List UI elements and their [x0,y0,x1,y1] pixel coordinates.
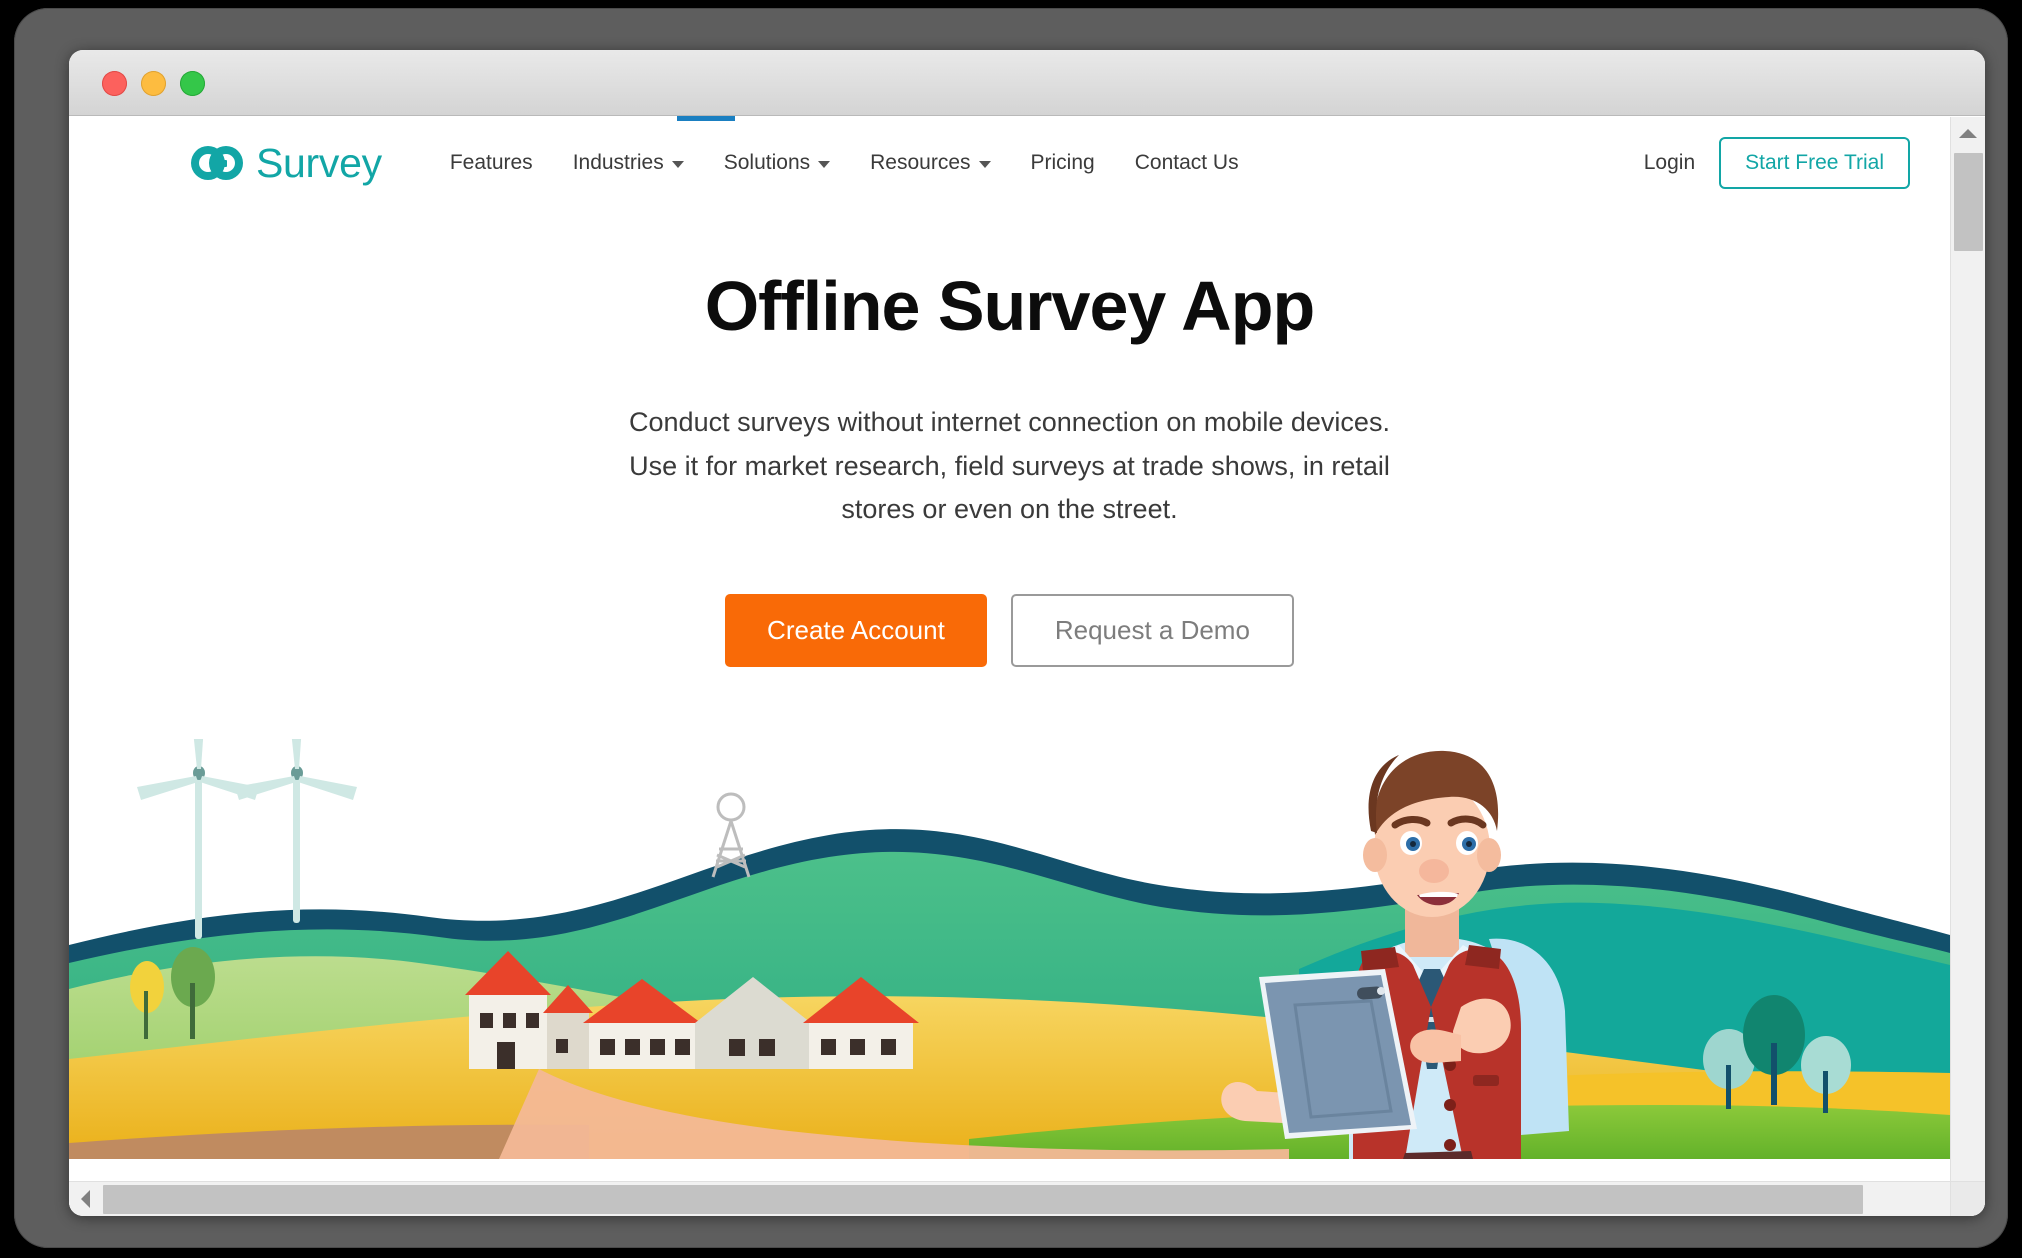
hero-cta-group: Create Account Request a Demo [69,594,1950,668]
browser-window-frame: Survey Features Industries Solutions Res… [14,8,2008,1248]
maximize-button[interactable] [180,71,205,96]
window-titlebar[interactable] [69,50,1985,116]
nav-item-features[interactable]: Features [430,151,553,175]
nav-item-industries[interactable]: Industries [553,151,704,175]
browser-viewport: Survey Features Industries Solutions Res… [69,117,1985,1216]
hero-illustration [69,739,1950,1159]
wind-turbine-right [235,739,357,923]
nav-item-resources[interactable]: Resources [850,151,1010,175]
go-logo-icon [191,146,243,180]
yellow-band [1309,1071,1950,1135]
nav-label-resources: Resources [870,151,971,174]
horizontal-scrollbar-thumb[interactable] [103,1185,1863,1214]
header-actions: Login Start Free Trial [1620,137,1910,189]
hero-subtitle: Conduct surveys without internet connect… [629,407,1390,525]
scroll-left-arrow-icon[interactable] [81,1190,90,1208]
request-demo-button[interactable]: Request a Demo [1010,594,1294,668]
nav-item-pricing[interactable]: Pricing [1011,151,1115,175]
chevron-down-icon [671,161,684,168]
page-loading-indicator [69,116,1985,121]
vertical-scrollbar[interactable] [1950,117,1985,1181]
trees-right [1703,995,1851,1113]
nav-label-contact-us: Contact Us [1134,151,1239,174]
web-page-content: Survey Features Industries Solutions Res… [69,117,1950,1181]
brand-logo[interactable]: Survey [189,140,382,187]
landscape-illustration-svg [69,739,1950,1159]
site-header: Survey Features Industries Solutions Res… [69,117,1950,209]
nav-label-solutions: Solutions [723,151,811,174]
hero-section: Offline Survey App Conduct surveys witho… [69,209,1950,668]
gold-field [69,996,1950,1159]
nav-item-solutions[interactable]: Solutions [704,151,850,175]
nav-label-features: Features [449,151,533,174]
wind-turbine-left [137,739,259,939]
loading-bar-fill [677,116,735,121]
create-account-button[interactable]: Create Account [725,594,987,668]
nav-label-industries: Industries [572,151,664,174]
back-hills [69,829,1950,1159]
chevron-down-icon [978,161,991,168]
nav-label-pricing: Pricing [1030,151,1095,174]
person-with-tablet [1221,750,1569,1159]
tablet-device [1259,969,1417,1139]
houses [465,951,919,1069]
scrollbar-corner [1950,1181,1985,1216]
minimize-button[interactable] [141,71,166,96]
vertical-scrollbar-thumb[interactable] [1954,153,1983,251]
front-grass [69,1105,1950,1159]
browser-window: Survey Features Industries Solutions Res… [69,50,1985,1216]
light-green-hill [69,956,729,1159]
dirt-path [499,1069,1289,1159]
brand-name: Survey [256,139,382,186]
close-button[interactable] [102,71,127,96]
horizontal-scrollbar[interactable] [69,1181,1985,1216]
main-navigation: Features Industries Solutions Resources … [430,151,1259,175]
radio-tower [711,792,751,878]
page-title: Offline Survey App [704,267,1316,345]
trees-left [130,947,215,1039]
nav-item-contact-us[interactable]: Contact Us [1115,151,1259,175]
start-free-trial-button[interactable]: Start Free Trial [1719,137,1910,189]
login-link[interactable]: Login [1620,151,1719,175]
desktop-background: Survey Features Industries Solutions Res… [0,0,2022,1258]
mid-hills [69,851,1950,1159]
scroll-up-arrow-icon[interactable] [1959,129,1977,138]
chevron-down-icon [818,161,831,168]
